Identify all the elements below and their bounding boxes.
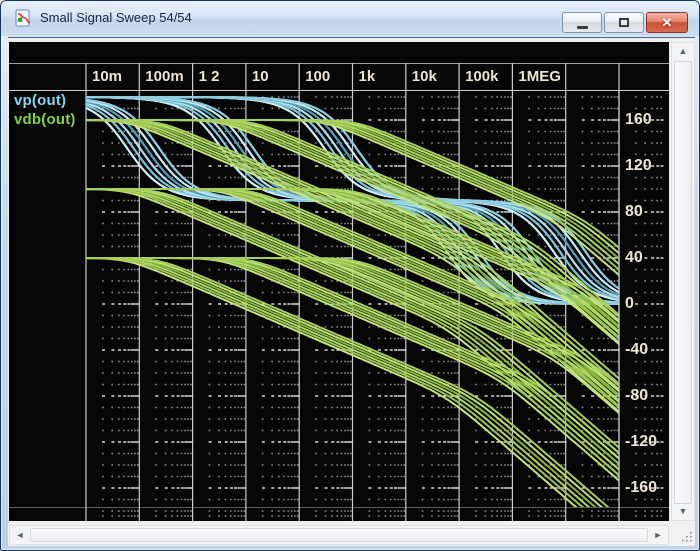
window-title: Small Signal Sweep 54/54: [40, 1, 192, 35]
window-controls: ✕: [562, 12, 688, 33]
horizontal-scrollbar[interactable]: ◄ ►: [9, 525, 669, 545]
scroll-right-icon[interactable]: ►: [648, 526, 668, 544]
minimize-button[interactable]: [562, 12, 602, 33]
minimize-icon: [577, 26, 588, 29]
chart-canvas[interactable]: [9, 42, 669, 521]
vertical-scrollbar[interactable]: ▲ ▼: [671, 42, 695, 521]
freq-tick-label: 1MEG: [518, 64, 561, 90]
vertical-scroll-thumb[interactable]: [674, 61, 692, 504]
scroll-up-icon[interactable]: ▲: [672, 43, 694, 60]
y-axis-tick-label: 120: [625, 156, 667, 176]
y-axis-tick-label: 0: [625, 294, 667, 314]
freq-tick-label: 1 2: [199, 64, 220, 90]
freq-tick-label: 1k: [359, 64, 376, 90]
waveform-document-icon: [14, 9, 33, 28]
close-button[interactable]: ✕: [646, 12, 688, 33]
freq-tick-label: 100k: [465, 64, 498, 90]
horizontal-scroll-thumb[interactable]: [30, 528, 648, 542]
restore-button[interactable]: [604, 12, 644, 33]
app-window: Small Signal Sweep 54/54 ✕ vp(out) vdb(o…: [0, 0, 700, 551]
freq-tick-label: 100m: [145, 64, 183, 90]
legend-vdb-out: vdb(out): [14, 111, 76, 128]
y-axis-tick-label: 160: [625, 110, 667, 130]
y-axis-tick-label: -160: [625, 478, 667, 498]
scroll-down-icon[interactable]: ▼: [672, 503, 694, 520]
freq-tick-label: 10k: [412, 64, 437, 90]
plot-window-client: vp(out) vdb(out) 10m 100m 1 2 10 100 1k 10k 100…: [8, 37, 695, 546]
y-axis-tick-label: -40: [625, 340, 667, 360]
title-bar[interactable]: Small Signal Sweep 54/54 ✕: [1, 1, 700, 36]
plot-area: vp(out) vdb(out) 10m 100m 1 2 10 100 1k 10k 100…: [9, 42, 669, 521]
close-icon: ✕: [662, 13, 673, 32]
restore-icon: [619, 18, 629, 27]
scroll-left-icon[interactable]: ◄: [10, 526, 30, 544]
y-axis-tick-label: 40: [625, 248, 667, 268]
y-axis-tick-label: -120: [625, 432, 667, 452]
freq-tick-label: 10: [252, 64, 269, 90]
resize-grip-icon[interactable]: [680, 530, 694, 544]
freq-tick-label: 100: [305, 64, 330, 90]
y-axis-tick-label: -80: [625, 386, 667, 406]
y-axis-tick-label: 80: [625, 202, 667, 222]
freq-tick-label: 10m: [92, 64, 122, 90]
legend-vp-out: vp(out): [14, 92, 66, 109]
